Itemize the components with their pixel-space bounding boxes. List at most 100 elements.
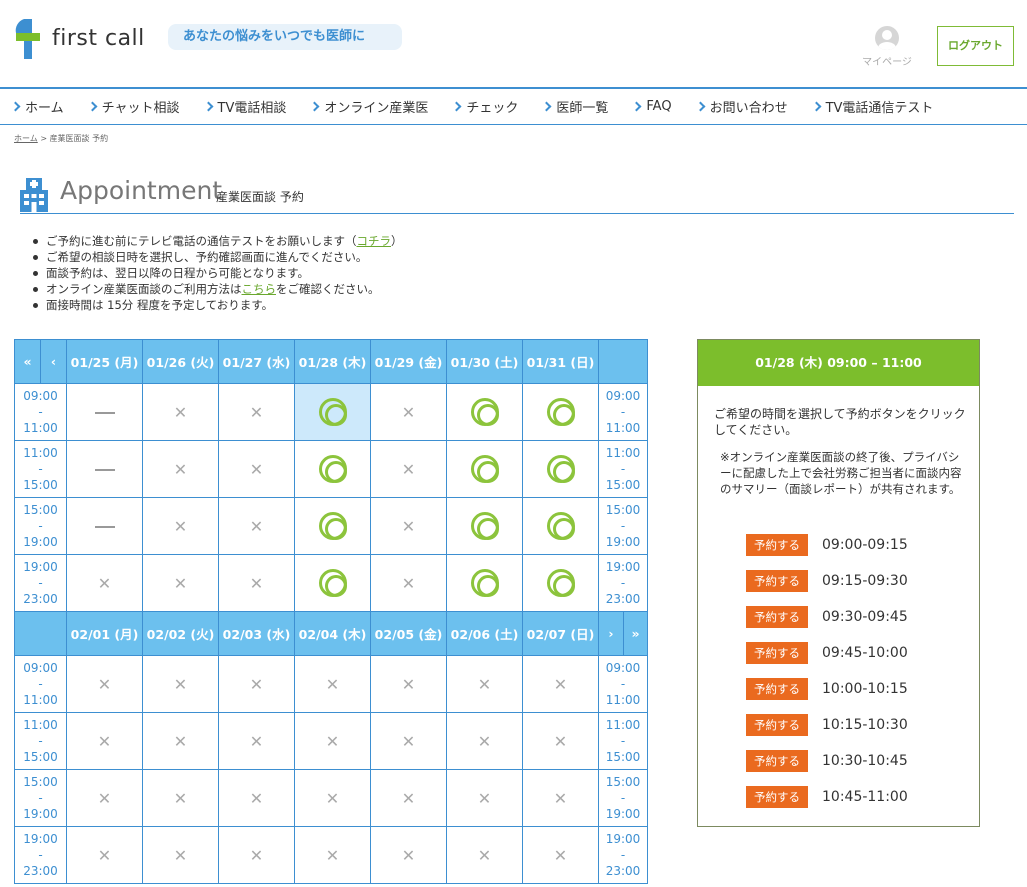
next-week-button[interactable]: › xyxy=(598,611,624,656)
unavailable-x-icon: ✕ xyxy=(477,845,492,865)
time-label-left: 19:00 - 23:00 xyxy=(14,826,67,884)
reserve-button[interactable]: 予約する xyxy=(746,714,808,736)
unavailable-x-icon: ✕ xyxy=(477,788,492,808)
day-header: 01/29 (金) xyxy=(370,339,447,384)
notes-list: ご予約に進む前にテレビ電話の通信テストをお願いします（コチラ） ご希望の相談日時を… xyxy=(30,233,403,313)
reserve-button[interactable]: 予約する xyxy=(746,642,808,664)
reserve-button[interactable]: 予約する xyxy=(746,750,808,772)
day-header: 01/27 (水) xyxy=(218,339,295,384)
nav-item[interactable]: TV電話通信テスト xyxy=(811,97,934,116)
calendar-cell[interactable] xyxy=(522,554,599,612)
nav-item[interactable]: お問い合わせ xyxy=(695,97,788,116)
unavailable-x-icon: ✕ xyxy=(249,845,264,865)
reserve-button[interactable]: 予約する xyxy=(746,570,808,592)
calendar-cell: ✕ xyxy=(370,826,447,884)
nav-item-label: お問い合わせ xyxy=(709,101,788,116)
calendar-cell[interactable] xyxy=(446,554,523,612)
note-item: 面接時間は 15分 程度を予定しております。 xyxy=(30,297,403,313)
time-label-left: 11:00 - 15:00 xyxy=(14,440,67,498)
calendar-cell[interactable] xyxy=(294,554,371,612)
reserve-button[interactable]: 予約する xyxy=(746,678,808,700)
calendar-cell: ✕ xyxy=(66,769,143,827)
calendar-cell[interactable] xyxy=(294,497,371,555)
unavailable-x-icon: ✕ xyxy=(249,674,264,694)
note-link[interactable]: コチラ xyxy=(357,234,392,248)
time-label-right: 09:00 - 11:00 xyxy=(598,383,648,441)
panel-note: ※オンライン産業医面談の終了後、プライバシーに配慮した上で会社労務ご担当者に面談… xyxy=(720,450,962,496)
note-text: オンライン産業医面談のご利用方法は xyxy=(46,282,242,296)
nav-item[interactable]: チェック xyxy=(451,97,518,116)
nav-item[interactable]: FAQ xyxy=(631,99,672,114)
calendar-cell[interactable] xyxy=(446,440,523,498)
calendar-row: 11:00 - 15:00 ✕ ✕ ✕ 11:00 - 15:00 xyxy=(14,440,648,498)
unavailable-x-icon: ✕ xyxy=(401,731,416,751)
mypage-link[interactable]: マイページ xyxy=(858,26,916,68)
calendar-cell[interactable] xyxy=(294,383,371,441)
unavailable-x-icon: ✕ xyxy=(325,674,340,694)
nav-item[interactable]: ホーム xyxy=(10,97,64,116)
time-label-right: 19:00 - 23:00 xyxy=(598,826,648,884)
nav-item[interactable]: 医師一覧 xyxy=(541,97,608,116)
calendar-cell: ✕ xyxy=(446,826,523,884)
prev-week-button[interactable]: ‹ xyxy=(40,339,67,384)
calendar-cell[interactable] xyxy=(522,383,599,441)
available-circle-icon xyxy=(470,398,499,426)
day-header: 02/03 (水) xyxy=(218,611,295,656)
calendar-cell: ✕ xyxy=(446,655,523,713)
chevron-right-icon xyxy=(541,101,552,112)
unavailable-x-icon: ✕ xyxy=(553,845,568,865)
booking-panel: 01/28 (木) 09:00 – 11:00 ご希望の時間を選択して予約ボタン… xyxy=(697,339,980,827)
slot-time: 09:00-09:15 xyxy=(822,537,908,553)
reserve-button[interactable]: 予約する xyxy=(746,534,808,556)
calendar-cell: ✕ xyxy=(218,826,295,884)
calendar-cell xyxy=(66,440,143,498)
calendar-cell[interactable] xyxy=(446,497,523,555)
time-label-right: 11:00 - 15:00 xyxy=(598,440,648,498)
calendar-cell: ✕ xyxy=(142,769,219,827)
slot-time: 10:15-10:30 xyxy=(822,717,908,733)
available-circle-icon xyxy=(546,512,575,540)
available-circle-icon xyxy=(470,455,499,483)
breadcrumb-home[interactable]: ホーム xyxy=(14,134,38,143)
time-line: 15:00 xyxy=(23,775,58,789)
unavailable-x-icon: ✕ xyxy=(97,788,112,808)
calendar-cell: ✕ xyxy=(294,769,371,827)
note-link[interactable]: こちら xyxy=(242,282,277,296)
unavailable-x-icon: ✕ xyxy=(401,788,416,808)
calendar-cell[interactable] xyxy=(522,497,599,555)
note-text: ご希望の相談日時を選択し、予約確認画面に進んでください。 xyxy=(46,250,368,264)
day-header: 02/01 (月) xyxy=(66,611,143,656)
nav-item-label: TV電話通信テスト xyxy=(825,101,934,116)
calendar-cell[interactable] xyxy=(294,440,371,498)
available-circle-icon xyxy=(546,455,575,483)
logout-button[interactable]: ログアウト xyxy=(937,26,1014,66)
logo-cross-icon xyxy=(15,19,40,59)
time-line: 11:00 xyxy=(605,718,641,732)
unavailable-x-icon: ✕ xyxy=(97,731,112,751)
calendar-cell: ✕ xyxy=(142,712,219,770)
calendar-cell[interactable] xyxy=(446,383,523,441)
first-week-button[interactable]: « xyxy=(14,339,41,384)
header-blank xyxy=(14,611,67,656)
closed-dash-icon xyxy=(94,411,115,414)
day-header: 01/25 (月) xyxy=(66,339,143,384)
time-line: 09:00 xyxy=(23,389,58,403)
calendar-cell[interactable] xyxy=(522,440,599,498)
closed-dash-icon xyxy=(94,525,115,528)
note-text-after: ） xyxy=(391,234,403,248)
reserve-button[interactable]: 予約する xyxy=(746,786,808,808)
panel-intro: ご希望の時間を選択して予約ボタンをクリックしてください。 xyxy=(714,407,966,437)
reserve-button[interactable]: 予約する xyxy=(746,606,808,628)
time-line: 11:00 xyxy=(23,693,58,707)
last-week-button[interactable]: » xyxy=(623,611,648,656)
nav-item[interactable]: チャット相談 xyxy=(87,97,180,116)
nav-item[interactable]: オンライン産業医 xyxy=(309,97,428,116)
nav-item[interactable]: TV電話相談 xyxy=(203,97,286,116)
note-item: 面談予約は、翌日以降の日程から可能となります。 xyxy=(30,265,403,281)
calendar-row: 15:00 - 19:00 ✕ ✕ ✕ 15:00 - 19:00 xyxy=(14,497,648,555)
time-line: 15:00 xyxy=(23,478,58,492)
unavailable-x-icon: ✕ xyxy=(553,788,568,808)
time-label-right: 11:00 - 15:00 xyxy=(598,712,648,770)
logo[interactable]: first call xyxy=(14,17,145,59)
time-line: 15:00 xyxy=(605,503,641,517)
